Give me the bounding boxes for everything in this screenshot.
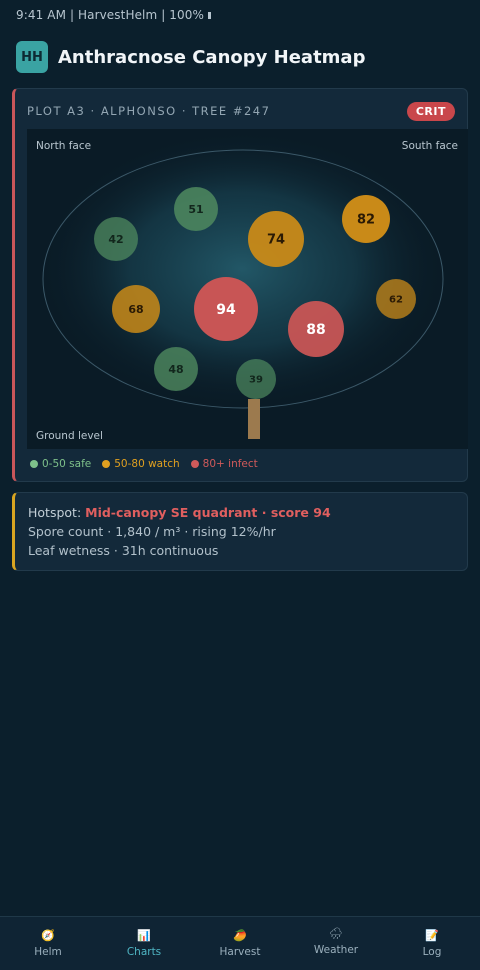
tab-label: Harvest [219, 946, 261, 958]
battery-icon [207, 12, 211, 19]
hotspot-card: Hotspot: Mid-canopy SE quadrant · score … [12, 492, 468, 571]
legend-item-infect: 80+ infect [190, 458, 258, 470]
status-bar: 9:41 AM | HarvestHelm | 100% [16, 8, 211, 22]
canopy-heatmap: 51 42 74 82 68 94 88 62 48 39 North face South fa… [27, 129, 468, 449]
legend-dot [102, 460, 111, 468]
spore-count-line: Spore count · 1,840 / m³ · rising 12%/hr [28, 524, 276, 539]
tab-charts[interactable]: 📊 Charts [96, 917, 192, 970]
legend-label: 80+ infect [202, 458, 258, 470]
heat-zone-safe[interactable]: 42 [94, 217, 138, 261]
app-header: HH Anthracnose Canopy Heatmap [16, 41, 365, 73]
heat-zone-score: 62 [389, 295, 403, 306]
tab-helm[interactable]: 🧭 Helm [0, 917, 96, 970]
heat-zone-score: 88 [306, 322, 325, 338]
hotspot-prefix: Hotspot: [28, 505, 86, 520]
heat-zone-safe[interactable]: 39 [236, 359, 276, 399]
heat-zone-score: 51 [188, 203, 203, 216]
bottom-tab-bar: 🧭 Helm 📊 Charts 🥭 Harvest 🌧 Weather 📝 Lo… [0, 916, 480, 970]
tab-label: Log [422, 946, 442, 958]
heat-zone-safe[interactable]: 51 [174, 187, 218, 231]
hotspot-line: Hotspot: Mid-canopy SE quadrant · score … [28, 505, 331, 520]
app-logo: HH [16, 41, 48, 73]
heat-zone-watch[interactable]: 82 [342, 195, 390, 243]
tab-label: Weather [313, 944, 359, 956]
legend-dot [190, 460, 199, 468]
legend-label: 0-50 safe [42, 458, 92, 470]
tab-harvest[interactable]: 🥭 Harvest [192, 917, 288, 970]
south-face-label: South face [401, 140, 458, 152]
legend-dot [30, 460, 38, 468]
canopy-svg: 51 42 74 82 68 94 88 62 48 39 [37, 129, 447, 439]
heat-zone-score: 39 [249, 375, 263, 386]
ground-level-label: Ground level [36, 430, 103, 442]
heat-zone-score: 74 [267, 233, 285, 248]
heat-zone-infect[interactable]: 88 [288, 301, 344, 357]
heatmap-legend: 0-50 safe 50-80 watch 80+ infect [30, 458, 269, 470]
mango-icon: 🥭 [233, 929, 247, 942]
heat-zone-score: 48 [168, 363, 183, 376]
leaf-wetness-line: Leaf wetness · 31h continuous [28, 543, 219, 558]
heat-zone-watch[interactable]: 68 [112, 285, 160, 333]
heat-zone-score: 94 [216, 302, 236, 318]
legend-item-watch: 50-80 watch [102, 458, 180, 470]
hotspot-value: Mid-canopy SE quadrant · score 94 [85, 505, 331, 520]
heat-zone-safe[interactable]: 48 [154, 347, 198, 391]
page-title: Anthracnose Canopy Heatmap [58, 46, 366, 68]
chart-icon: 📊 [137, 929, 151, 942]
north-face-label: North face [36, 140, 92, 152]
heat-zone-score: 82 [357, 213, 375, 228]
heat-zone-infect[interactable]: 94 [194, 277, 258, 341]
heat-zone-watch[interactable]: 74 [248, 211, 304, 267]
status-text: 9:41 AM | HarvestHelm | 100% [16, 8, 204, 22]
legend-label: 50-80 watch [114, 458, 180, 470]
rain-cloud-icon: 🌧 [329, 927, 343, 940]
memo-icon: 📝 [425, 929, 439, 942]
heatmap-card-header: PLOT A3 · ALPHONSO · TREE #247 CRIT [27, 101, 455, 121]
tab-log[interactable]: 📝 Log [384, 917, 480, 970]
tab-label: Helm [34, 946, 62, 958]
tree-trunk [248, 399, 260, 439]
plot-label: PLOT A3 · ALPHONSO · TREE #247 [27, 104, 271, 118]
heatmap-card: PLOT A3 · ALPHONSO · TREE #247 CRIT 51 42… [12, 88, 468, 482]
status-badge: CRIT [406, 101, 455, 121]
heat-zone-watch[interactable]: 62 [376, 279, 416, 319]
compass-icon: 🧭 [41, 929, 55, 942]
heat-zone-score: 68 [128, 303, 143, 316]
legend-item-safe: 0-50 safe [30, 458, 91, 470]
heat-zone-score: 42 [108, 233, 123, 246]
tab-weather[interactable]: 🌧 Weather [288, 917, 384, 970]
tab-label: Charts [126, 946, 162, 958]
